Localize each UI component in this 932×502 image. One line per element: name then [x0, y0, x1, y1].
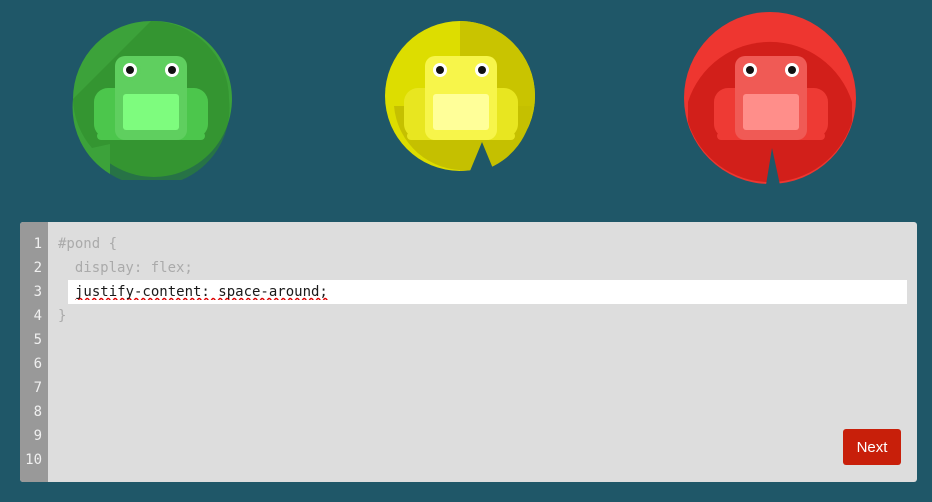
css-code-input[interactable]	[68, 280, 914, 304]
red-frog-lilypad	[684, 12, 858, 186]
line-number: 4	[33, 308, 42, 324]
line-number: 1	[33, 236, 42, 252]
yellow-frog-lilypad	[384, 20, 540, 176]
line-number: 2	[33, 260, 42, 276]
line-number-gutter: 1 2 3 4 5 6 7 8 9 10	[20, 222, 48, 482]
green-frog-lilypad	[70, 18, 232, 180]
code-selector-line: #pond {	[58, 236, 118, 252]
line-number: 10	[25, 452, 42, 468]
line-number: 3	[33, 284, 42, 300]
line-number: 7	[33, 380, 42, 396]
line-number: 5	[33, 332, 42, 348]
line-number: 9	[33, 428, 42, 444]
line-number: 8	[33, 404, 42, 420]
code-input-line[interactable]	[68, 280, 914, 304]
code-closing-brace: }	[58, 308, 67, 324]
pond	[0, 0, 932, 205]
code-display-line: display: flex;	[58, 260, 193, 276]
code-editor: 1 2 3 4 5 6 7 8 9 10 #pond { display: fl…	[20, 222, 917, 482]
next-button[interactable]: Next	[843, 429, 901, 465]
line-number: 6	[33, 356, 42, 372]
